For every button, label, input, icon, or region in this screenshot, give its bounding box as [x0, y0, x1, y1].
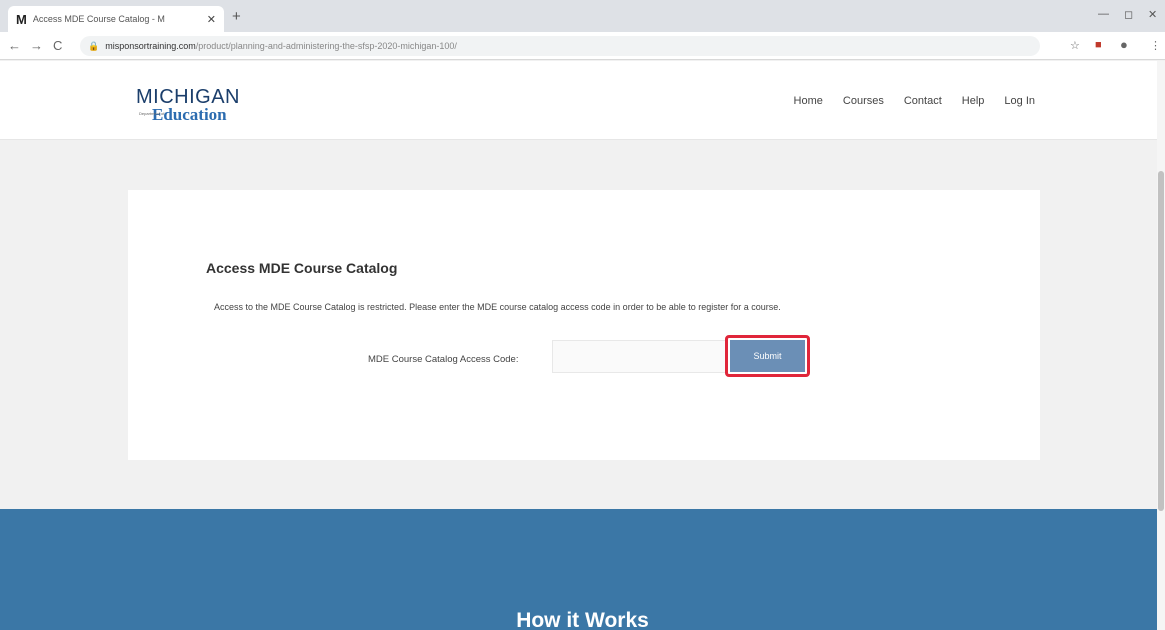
close-icon[interactable]: ✕	[1148, 8, 1157, 21]
back-icon[interactable]: ←	[8, 38, 21, 53]
logo-dept-text: Department of	[139, 111, 165, 116]
url-domain: misponsortraining.com	[105, 41, 196, 51]
url-text: misponsortraining.com/product/planning-a…	[105, 41, 457, 51]
access-code-label: MDE Course Catalog Access Code:	[368, 354, 519, 365]
menu-icon[interactable]: ⋮	[1150, 39, 1161, 52]
michigan-education-logo[interactable]: MICHIGAN Department of Education	[136, 87, 240, 123]
minimize-icon[interactable]: —	[1098, 8, 1109, 20]
nav-help[interactable]: Help	[962, 95, 985, 107]
submit-button[interactable]: Submit	[730, 340, 805, 372]
profile-icon[interactable]: ●	[1120, 37, 1128, 52]
how-it-works-section: How it Works	[0, 509, 1165, 630]
address-bar-row: ← → C 🔒 misponsortraining.com/product/pl…	[0, 32, 1165, 60]
access-description: Access to the MDE Course Catalog is rest…	[214, 302, 781, 312]
nav-home[interactable]: Home	[794, 95, 823, 107]
maximize-icon[interactable]: ◻	[1124, 8, 1133, 21]
tab-favicon: M	[16, 11, 27, 27]
how-it-works-title: How it Works	[516, 609, 649, 630]
reload-icon[interactable]: C	[53, 38, 62, 53]
extension-icon[interactable]: ■	[1095, 39, 1102, 51]
main-nav: Home Courses Contact Help Log In	[794, 95, 1035, 107]
url-path: /product/planning-and-administering-the-…	[195, 41, 457, 51]
tab-close-icon[interactable]: ✕	[207, 13, 216, 26]
nav-courses[interactable]: Courses	[843, 95, 884, 107]
url-field[interactable]: 🔒 misponsortraining.com/product/planning…	[80, 36, 1040, 56]
nav-contact[interactable]: Contact	[904, 95, 942, 107]
site-header: MICHIGAN Department of Education Home Co…	[0, 61, 1165, 140]
access-card: Access MDE Course Catalog Access to the …	[128, 190, 1040, 460]
nav-login[interactable]: Log In	[1004, 95, 1035, 107]
scrollbar-thumb[interactable]	[1158, 171, 1164, 511]
tab-title: Access MDE Course Catalog - M	[32, 14, 165, 24]
lock-icon: 🔒	[88, 40, 100, 51]
logo-top-text: MICHIGAN	[136, 86, 240, 108]
browser-tab[interactable]: M Access MDE Course Catalog - M ✕	[8, 6, 224, 32]
page-scrollbar[interactable]	[1157, 61, 1165, 630]
page-title: Access MDE Course Catalog	[206, 260, 398, 276]
logo-bottom-text: Department of Education	[139, 106, 240, 123]
access-code-input[interactable]	[552, 340, 727, 373]
forward-icon[interactable]: →	[30, 38, 43, 53]
star-icon[interactable]: ☆	[1070, 39, 1080, 52]
new-tab-button[interactable]: +	[232, 8, 241, 25]
browser-tab-bar: M Access MDE Course Catalog - M ✕ + — ◻ …	[0, 0, 1165, 32]
